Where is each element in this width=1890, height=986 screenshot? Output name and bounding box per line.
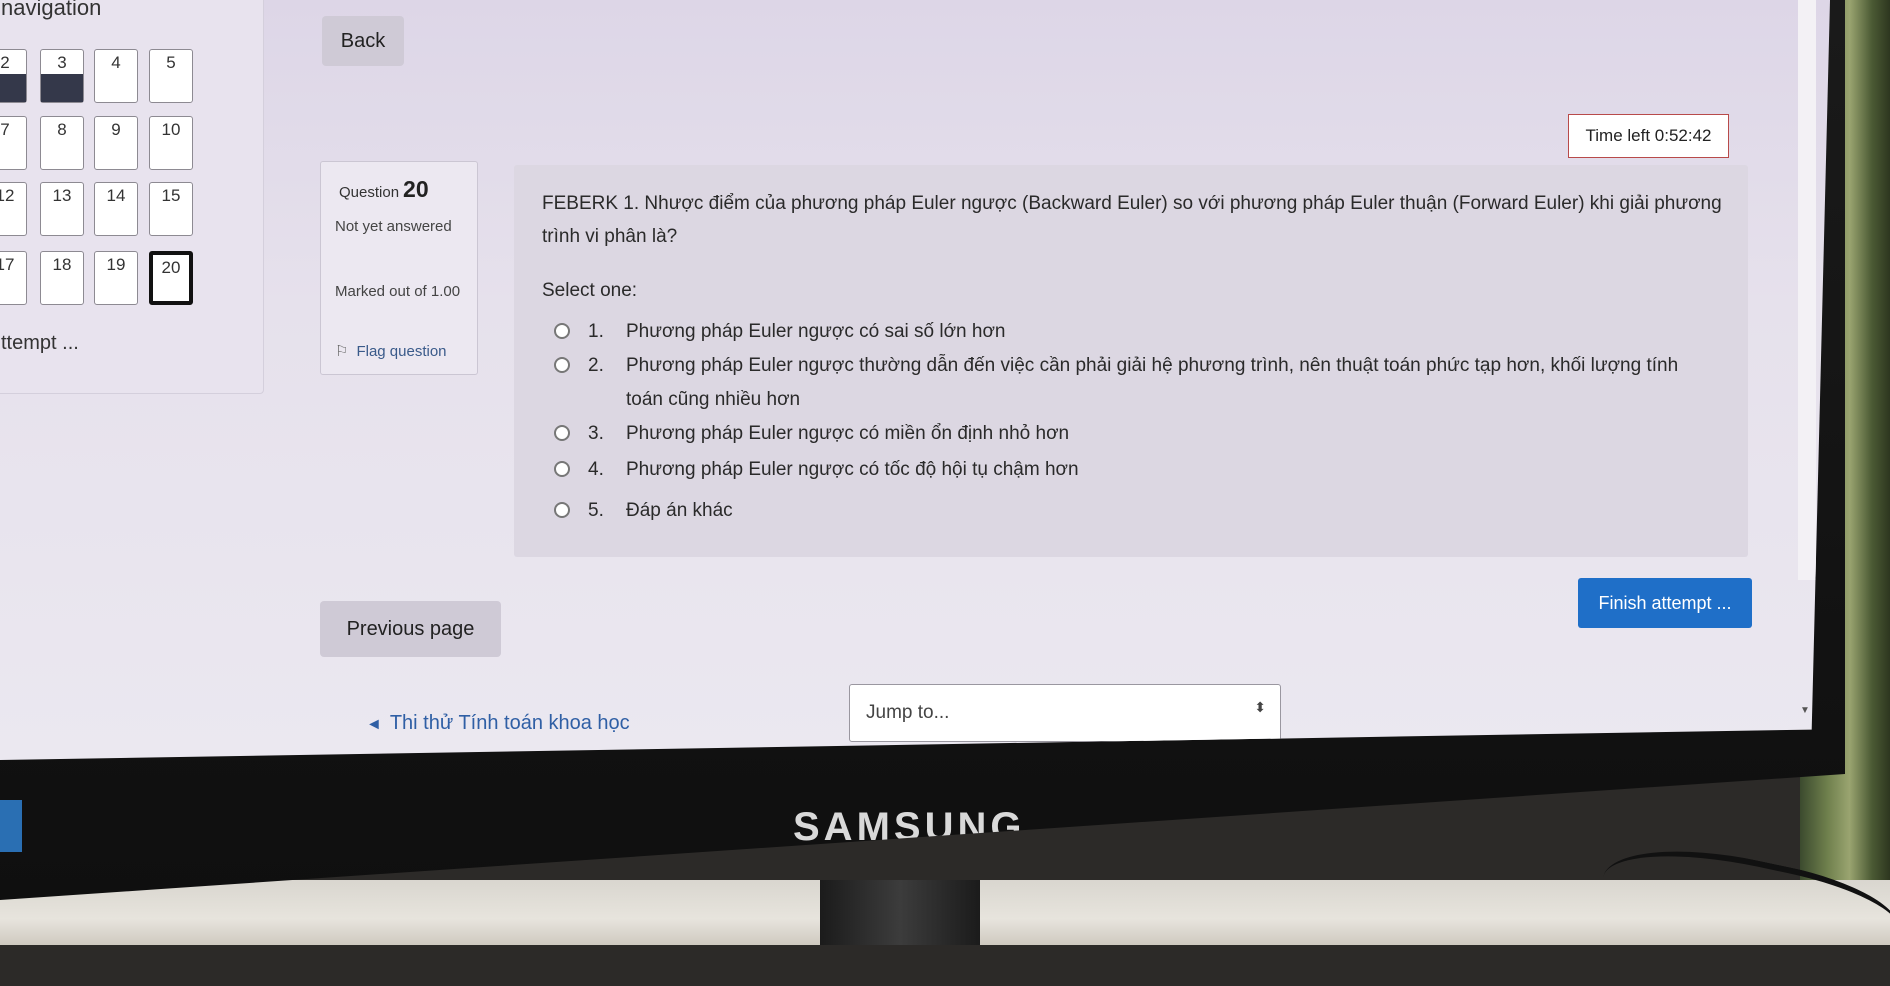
- quiz-navigation-title: navigation: [1, 0, 102, 20]
- question-grade: Marked out of 1.00: [335, 283, 461, 300]
- quiz-nav-button[interactable]: 4: [94, 49, 138, 103]
- quiz-nav-button[interactable]: 9: [94, 116, 138, 170]
- option-number: 4.: [588, 459, 604, 480]
- monitor-control-brightness[interactable]: ▲/◎: [1488, 816, 1509, 827]
- quiz-nav-button-label: 14: [106, 186, 126, 205]
- quiz-nav-button-label: 2: [0, 53, 10, 72]
- radio-button[interactable]: [554, 425, 570, 441]
- energy-sticker: [0, 800, 22, 852]
- option-number: 1.: [588, 321, 604, 342]
- quiz-nav-button-label: 8: [57, 120, 67, 139]
- option-text: Đáp án khác: [626, 500, 733, 521]
- select-caret-icon: ⬍: [1254, 699, 1266, 715]
- monitor-power-button[interactable]: ○: [1736, 816, 1742, 827]
- question-content: FEBERK 1. Nhược điểm của phương pháp Eul…: [514, 165, 1748, 557]
- radio-button[interactable]: [554, 461, 570, 477]
- back-button[interactable]: Back: [322, 16, 404, 66]
- quiz-nav-button[interactable]: 13: [40, 182, 84, 236]
- option-number: 2.: [588, 355, 604, 376]
- flag-icon: ⚐: [335, 343, 349, 360]
- monitor-control-picture[interactable]: ▢/⊟: [1568, 816, 1589, 827]
- quiz-navigation: navigation 2 3 4 5 7 8 9 10 12 13 14 15 17 18 19 20 tte…: [0, 0, 264, 394]
- monitor-brand-logo: SAMSUNG: [793, 805, 1026, 849]
- question-label: Question: [339, 184, 400, 201]
- monitor-control-source[interactable]: ▢/▼: [1404, 816, 1426, 827]
- monitor-control-menu[interactable]: MENU: [1320, 816, 1349, 827]
- question-number: Question 20: [339, 176, 429, 203]
- finish-attempt-link[interactable]: ttempt ...: [1, 332, 79, 355]
- course-link[interactable]: ◄ Thi thử Tính toán khoa học: [366, 712, 630, 735]
- option-text: Phương pháp Euler ngược thường dẫn đến v…: [626, 355, 1679, 410]
- answer-prompt: Select one:: [542, 280, 638, 301]
- quiz-nav-button[interactable]: 18: [40, 251, 84, 305]
- quiz-nav-button-label: 20: [161, 258, 181, 277]
- quiz-nav-button-label: 9: [111, 120, 121, 139]
- monitor-screen: ▼ navigation 2 3 4 5 7 8 9 10 12 13 14 15 17 18 19 20 t…: [0, 0, 1830, 760]
- quiz-nav-button[interactable]: 3: [40, 49, 84, 103]
- quiz-nav-button[interactable]: 15: [149, 182, 193, 236]
- finish-attempt-button[interactable]: Finish attempt ...: [1578, 578, 1752, 628]
- quiz-nav-button-label: 17: [0, 255, 15, 274]
- quiz-nav-button-label: 18: [52, 255, 72, 274]
- question-state: Not yet answered: [335, 218, 452, 235]
- option-text: Phương pháp Euler ngược có tốc độ hội tụ…: [626, 459, 1079, 480]
- course-link-label: Thi thử Tính toán khoa học: [389, 712, 630, 734]
- quiz-nav-button-label: 13: [52, 186, 72, 205]
- arrow-left-icon: ◄: [366, 716, 382, 733]
- quiz-nav-button[interactable]: 5: [149, 49, 193, 103]
- quiz-nav-button[interactable]: 2: [0, 49, 27, 103]
- radio-button[interactable]: [554, 323, 570, 339]
- radio-button[interactable]: [554, 357, 570, 373]
- quiz-nav-button[interactable]: 10: [149, 116, 193, 170]
- quiz-nav-button-label: 4: [111, 53, 121, 72]
- time-left-indicator: Time left 0:52:42: [1568, 114, 1729, 158]
- quiz-nav-button[interactable]: 12: [0, 182, 27, 236]
- answer-option[interactable]: 5. Đáp án khác: [554, 494, 1704, 528]
- quiz-nav-button-label: 7: [0, 120, 10, 139]
- scroll-down-icon[interactable]: ▼: [1800, 705, 1814, 719]
- quiz-nav-button-label: 5: [166, 53, 176, 72]
- quiz-nav-button[interactable]: 17: [0, 251, 27, 305]
- option-number: 5.: [588, 500, 604, 521]
- option-number: 3.: [588, 423, 604, 444]
- jump-to-select[interactable]: Jump to... ⬍: [849, 684, 1281, 742]
- previous-page-button[interactable]: Previous page: [320, 601, 501, 657]
- question-text: FEBERK 1. Nhược điểm của phương pháp Eul…: [542, 193, 1722, 247]
- quiz-nav-button-label: 3: [57, 53, 67, 72]
- answer-option[interactable]: 3. Phương pháp Euler ngược có miền ổn đị…: [554, 417, 1704, 451]
- monitor-control-auto[interactable]: AUTO: [1652, 816, 1680, 827]
- quiz-nav-button[interactable]: 14: [94, 182, 138, 236]
- quiz-nav-button[interactable]: 8: [40, 116, 84, 170]
- quiz-nav-button-label: 15: [161, 186, 181, 205]
- jump-to-value: Jump to...: [866, 702, 950, 723]
- option-text: Phương pháp Euler ngược có sai số lớn hơ…: [626, 321, 1006, 342]
- question-info: Question 20 Not yet answered Marked out o…: [320, 161, 478, 375]
- answer-option[interactable]: 2. Phương pháp Euler ngược thường dẫn đế…: [554, 349, 1704, 417]
- monitor-bezel: ▼ navigation 2 3 4 5 7 8 9 10 12 13 14 15 17 18 19 20 t…: [0, 0, 1845, 900]
- answered-indicator: [0, 74, 26, 102]
- answered-indicator: [41, 74, 83, 102]
- quiz-nav-button[interactable]: 19: [94, 251, 138, 305]
- quiz-nav-button-label: 12: [0, 186, 15, 205]
- monitor-stand: [820, 880, 980, 945]
- quiz-nav-button-label: 10: [161, 120, 181, 139]
- quiz-nav-button[interactable]: 7: [0, 116, 27, 170]
- question-number-value: 20: [403, 176, 429, 202]
- flag-question-button[interactable]: ⚐ Flag question: [335, 342, 447, 360]
- quiz-nav-button-label: 19: [106, 255, 126, 274]
- power-led: [1790, 810, 1795, 815]
- option-text: Phương pháp Euler ngược có miền ổn định …: [626, 423, 1070, 444]
- answer-option[interactable]: 4. Phương pháp Euler ngược có tốc độ hội…: [554, 453, 1704, 487]
- radio-button[interactable]: [554, 502, 570, 518]
- flag-question-label: Flag question: [356, 343, 447, 360]
- page-scrollbar[interactable]: [1798, 0, 1816, 580]
- answer-option[interactable]: 1. Phương pháp Euler ngược có sai số lớn…: [554, 315, 1704, 349]
- quiz-nav-button[interactable]: 20: [149, 251, 193, 305]
